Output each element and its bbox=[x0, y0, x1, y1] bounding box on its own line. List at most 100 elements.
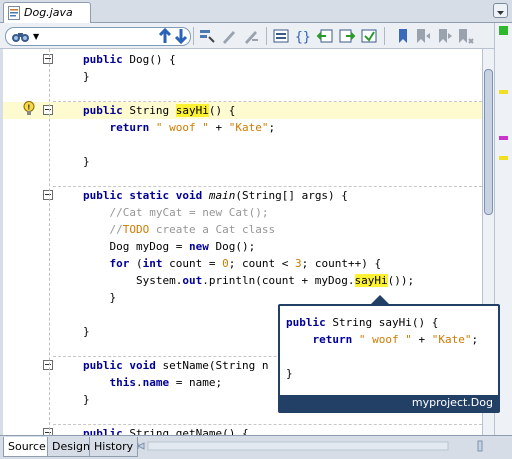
tooltip-code-line bbox=[286, 348, 478, 365]
method-separator bbox=[53, 424, 482, 425]
prev-bookmark-icon[interactable] bbox=[414, 27, 432, 45]
code-line[interactable]: //Cat myCat = new Cat(); bbox=[3, 204, 482, 221]
code-token: public bbox=[83, 104, 123, 117]
code-line[interactable] bbox=[3, 85, 482, 102]
code-token: setName(String n bbox=[155, 359, 269, 372]
code-token: return bbox=[109, 121, 150, 134]
toggle-rect-selection-icon[interactable] bbox=[272, 27, 290, 45]
highlight-marker[interactable] bbox=[499, 156, 508, 160]
code-token: this bbox=[109, 376, 137, 389]
tab-label: Dog.java bbox=[24, 6, 73, 19]
todo-marker[interactable] bbox=[499, 136, 508, 140]
fold-collapse-icon[interactable] bbox=[43, 190, 53, 200]
code-token: //Cat myCat = new Cat(); bbox=[109, 206, 269, 219]
code-token: ; bbox=[268, 121, 276, 134]
code-token: String sayHi() { bbox=[325, 316, 439, 329]
code-token: . bbox=[136, 376, 143, 389]
code-preview-tooltip: public String sayHi() { return " woof " … bbox=[278, 295, 500, 413]
code-token: } bbox=[83, 70, 90, 83]
fold-collapse-icon[interactable] bbox=[43, 105, 53, 115]
scrollbar-thumb[interactable] bbox=[484, 69, 493, 215]
fold-collapse-icon[interactable] bbox=[43, 428, 53, 435]
code-text: public String sayHi() { bbox=[83, 102, 235, 119]
code-token: sayHi bbox=[175, 104, 209, 117]
tab-dog-java[interactable]: Dog.java bbox=[3, 2, 91, 24]
code-line[interactable]: public String sayHi() { bbox=[3, 102, 482, 119]
code-token: public static void bbox=[83, 189, 209, 202]
java-file-icon bbox=[8, 6, 20, 20]
tooltip-code-line: public String sayHi() { bbox=[286, 314, 478, 331]
code-line[interactable]: for (int count = 0; count < 3; count++) … bbox=[3, 255, 482, 272]
code-token: name bbox=[142, 376, 170, 389]
toggle-highlight-icon[interactable] bbox=[198, 27, 216, 45]
fold-collapse-icon[interactable] bbox=[43, 360, 53, 370]
code-token: " woof " bbox=[352, 333, 412, 346]
code-text: for (int count = 0; count < 3; count++) … bbox=[83, 255, 382, 272]
next-bookmark-icon[interactable] bbox=[436, 27, 454, 45]
start-macro-icon[interactable] bbox=[360, 27, 378, 45]
code-line[interactable]: } bbox=[3, 68, 482, 85]
code-token: "Kate" bbox=[431, 333, 472, 346]
editor-tab-bar: Dog.java bbox=[0, 0, 512, 24]
code-token: ()); bbox=[387, 274, 415, 287]
code-line[interactable]: public String getName() { bbox=[3, 425, 482, 435]
code-token: main bbox=[208, 189, 236, 202]
tab-design[interactable]: Design bbox=[47, 437, 95, 457]
code-token: } bbox=[83, 325, 90, 338]
code-token: return bbox=[312, 333, 353, 346]
code-line[interactable]: //TODO create a Cat class bbox=[3, 221, 482, 238]
code-token: } bbox=[83, 393, 90, 406]
code-line[interactable]: } bbox=[3, 153, 482, 170]
code-token: String getName() { bbox=[122, 427, 249, 435]
toolbar-separator bbox=[266, 27, 267, 45]
search-options-dropdown[interactable]: ▼ bbox=[33, 32, 39, 41]
code-line[interactable]: public static void main(String[] args) { bbox=[3, 187, 482, 204]
tooltip-footer: myproject.Dog bbox=[280, 395, 498, 411]
code-token: Dog myDog = bbox=[83, 240, 189, 253]
code-line[interactable]: return " woof " + "Kate"; bbox=[3, 119, 482, 136]
lightbulb-hint-icon[interactable]: ! bbox=[23, 101, 35, 116]
code-text: return " woof " + "Kate"; bbox=[83, 119, 276, 136]
code-token: " woof " bbox=[149, 121, 209, 134]
code-token: create a Cat class bbox=[149, 223, 276, 236]
code-token: .println(count + myDog. bbox=[202, 274, 355, 287]
highlight-marker[interactable] bbox=[499, 90, 508, 94]
code-line[interactable]: System.out.println(count + myDog.sayHi()… bbox=[3, 272, 482, 289]
code-text: //Cat myCat = new Cat(); bbox=[83, 204, 269, 221]
code-text: public String getName() { bbox=[83, 425, 249, 435]
code-token: (String[] args) { bbox=[235, 189, 348, 202]
status-ok-marker[interactable] bbox=[499, 26, 508, 35]
horizontal-scrollbar[interactable] bbox=[136, 439, 484, 453]
code-line[interactable] bbox=[3, 136, 482, 153]
svg-text:{}: {} bbox=[295, 30, 311, 45]
tooltip-code: public String sayHi() { return " woof " … bbox=[286, 314, 478, 382]
tab-history[interactable]: History bbox=[89, 437, 139, 457]
shift-right-icon[interactable] bbox=[338, 27, 356, 45]
find-selection-alt-icon[interactable] bbox=[242, 27, 260, 45]
code-token: count = bbox=[162, 257, 223, 270]
chevron-down-icon bbox=[497, 11, 504, 15]
toggle-match-icon[interactable]: {} bbox=[294, 27, 312, 45]
code-line[interactable] bbox=[3, 170, 482, 187]
code-token: "Kate" bbox=[228, 121, 269, 134]
next-occurrence-icon[interactable] bbox=[172, 27, 190, 45]
code-token: public bbox=[83, 427, 123, 435]
code-token: TODO bbox=[122, 223, 150, 236]
tab-list-dropdown[interactable] bbox=[493, 3, 508, 18]
code-line[interactable]: Dog myDog = new Dog(); bbox=[3, 238, 482, 255]
toggle-comment-icon[interactable] bbox=[456, 27, 474, 45]
fold-collapse-icon[interactable] bbox=[43, 54, 53, 64]
code-token: new bbox=[188, 240, 209, 253]
tab-source[interactable]: Source bbox=[3, 437, 51, 457]
code-token: int bbox=[142, 257, 163, 270]
code-token: // bbox=[109, 223, 123, 236]
code-text: } bbox=[83, 323, 90, 340]
code-token: System. bbox=[83, 274, 183, 287]
code-token: ; count < bbox=[228, 257, 295, 270]
find-selection-icon[interactable] bbox=[220, 27, 238, 45]
code-line[interactable]: public Dog() { bbox=[3, 51, 482, 68]
shift-left-icon[interactable] bbox=[316, 27, 334, 45]
toggle-bookmark-icon[interactable] bbox=[394, 27, 412, 45]
